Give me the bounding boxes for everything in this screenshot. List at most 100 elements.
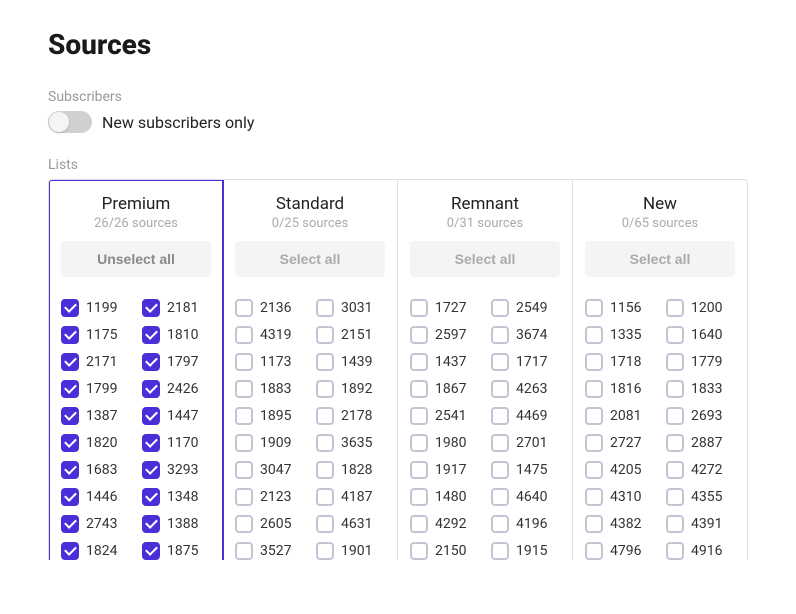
checkbox[interactable] bbox=[61, 326, 79, 344]
checkbox[interactable] bbox=[235, 380, 253, 398]
checkbox[interactable] bbox=[61, 542, 79, 560]
checkbox[interactable] bbox=[666, 380, 684, 398]
checkbox[interactable] bbox=[410, 515, 428, 533]
checkbox[interactable] bbox=[142, 461, 160, 479]
checkbox[interactable] bbox=[585, 515, 603, 533]
checkbox[interactable] bbox=[142, 380, 160, 398]
checkbox[interactable] bbox=[491, 461, 509, 479]
checkbox[interactable] bbox=[666, 326, 684, 344]
checkbox[interactable] bbox=[235, 299, 253, 317]
checkbox[interactable] bbox=[61, 380, 79, 398]
lists-container: Premium26/26 sourcesUnselect all11992181… bbox=[48, 179, 748, 560]
checkbox[interactable] bbox=[666, 461, 684, 479]
select-all-button[interactable]: Select all bbox=[410, 241, 560, 277]
list-item: 2151 bbox=[316, 326, 385, 344]
list-item: 2178 bbox=[316, 407, 385, 425]
checkbox[interactable] bbox=[142, 542, 160, 560]
checkbox[interactable] bbox=[585, 542, 603, 560]
checkbox[interactable] bbox=[235, 326, 253, 344]
checkbox[interactable] bbox=[491, 515, 509, 533]
checkbox[interactable] bbox=[142, 488, 160, 506]
checkbox[interactable] bbox=[61, 488, 79, 506]
checkbox[interactable] bbox=[142, 407, 160, 425]
checkbox[interactable] bbox=[235, 407, 253, 425]
checkbox[interactable] bbox=[410, 407, 428, 425]
checkbox[interactable] bbox=[666, 488, 684, 506]
list-item: 4796 bbox=[585, 542, 654, 560]
checkbox[interactable] bbox=[585, 407, 603, 425]
checkbox[interactable] bbox=[316, 461, 334, 479]
checkbox[interactable] bbox=[235, 353, 253, 371]
checkbox[interactable] bbox=[491, 434, 509, 452]
checkbox[interactable] bbox=[491, 299, 509, 317]
checkbox[interactable] bbox=[316, 407, 334, 425]
new-subscribers-toggle[interactable] bbox=[48, 111, 92, 133]
item-label: 1640 bbox=[691, 327, 722, 343]
checkbox[interactable] bbox=[142, 515, 160, 533]
item-label: 2123 bbox=[260, 489, 291, 505]
checkbox[interactable] bbox=[410, 542, 428, 560]
checkbox[interactable] bbox=[316, 299, 334, 317]
checkbox[interactable] bbox=[235, 542, 253, 560]
checkbox[interactable] bbox=[491, 353, 509, 371]
checkbox[interactable] bbox=[316, 515, 334, 533]
checkbox[interactable] bbox=[235, 488, 253, 506]
list-item: 1779 bbox=[666, 353, 735, 371]
item-label: 2150 bbox=[435, 543, 466, 559]
checkbox[interactable] bbox=[142, 353, 160, 371]
item-label: 4196 bbox=[516, 516, 547, 532]
checkbox[interactable] bbox=[666, 299, 684, 317]
checkbox[interactable] bbox=[491, 407, 509, 425]
checkbox[interactable] bbox=[142, 299, 160, 317]
checkbox[interactable] bbox=[410, 380, 428, 398]
checkbox[interactable] bbox=[585, 353, 603, 371]
checkbox[interactable] bbox=[666, 434, 684, 452]
select-all-button[interactable]: Select all bbox=[585, 241, 735, 277]
checkbox[interactable] bbox=[410, 434, 428, 452]
checkbox[interactable] bbox=[410, 299, 428, 317]
checkbox[interactable] bbox=[316, 380, 334, 398]
checkbox[interactable] bbox=[61, 434, 79, 452]
list-item: 1173 bbox=[235, 353, 304, 371]
checkbox[interactable] bbox=[410, 461, 428, 479]
checkbox[interactable] bbox=[142, 326, 160, 344]
checkbox[interactable] bbox=[316, 434, 334, 452]
checkbox[interactable] bbox=[235, 434, 253, 452]
checkbox[interactable] bbox=[235, 515, 253, 533]
checkbox[interactable] bbox=[61, 407, 79, 425]
checkbox[interactable] bbox=[585, 461, 603, 479]
checkbox[interactable] bbox=[316, 488, 334, 506]
checkbox[interactable] bbox=[666, 353, 684, 371]
checkbox[interactable] bbox=[585, 326, 603, 344]
checkbox[interactable] bbox=[410, 488, 428, 506]
checkbox[interactable] bbox=[491, 542, 509, 560]
checkbox[interactable] bbox=[585, 488, 603, 506]
checkbox[interactable] bbox=[61, 299, 79, 317]
checkbox[interactable] bbox=[585, 380, 603, 398]
checkbox[interactable] bbox=[491, 488, 509, 506]
checkbox[interactable] bbox=[585, 299, 603, 317]
checkbox[interactable] bbox=[666, 542, 684, 560]
checkbox[interactable] bbox=[235, 461, 253, 479]
item-label: 4355 bbox=[691, 489, 722, 505]
list-item: 3293 bbox=[142, 461, 211, 479]
column-subtitle: 26/26 sources bbox=[61, 216, 211, 231]
checkbox[interactable] bbox=[410, 353, 428, 371]
checkbox[interactable] bbox=[61, 515, 79, 533]
checkbox[interactable] bbox=[666, 407, 684, 425]
checkbox[interactable] bbox=[491, 380, 509, 398]
checkbox[interactable] bbox=[316, 353, 334, 371]
checkbox[interactable] bbox=[410, 326, 428, 344]
checkbox[interactable] bbox=[666, 515, 684, 533]
checkbox[interactable] bbox=[316, 542, 334, 560]
list-item: 4631 bbox=[316, 515, 385, 533]
checkbox[interactable] bbox=[316, 326, 334, 344]
checkbox[interactable] bbox=[61, 353, 79, 371]
list-item: 4355 bbox=[666, 488, 735, 506]
unselect-all-button[interactable]: Unselect all bbox=[61, 241, 211, 277]
checkbox[interactable] bbox=[491, 326, 509, 344]
select-all-button[interactable]: Select all bbox=[235, 241, 385, 277]
checkbox[interactable] bbox=[142, 434, 160, 452]
checkbox[interactable] bbox=[61, 461, 79, 479]
checkbox[interactable] bbox=[585, 434, 603, 452]
